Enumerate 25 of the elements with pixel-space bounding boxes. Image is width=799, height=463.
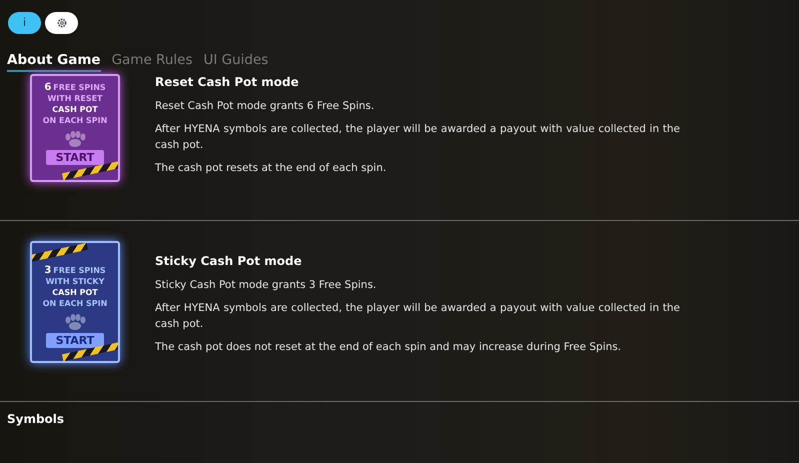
section-paragraph: After HYENA symbols are collected, the player will be awarded a payout with value collected in the cash pot. [155,301,680,332]
section-paragraph: Sticky Cash Pot mode grants 3 Free Spins. [155,278,378,293]
section-heading: Symbols [6,411,66,428]
paw-print-icon [64,131,86,147]
card-text: WITH RESET [47,93,103,104]
section-paragraph: The cash pot does not reset at the end of each spin and may increase during Free Spins. [155,340,622,355]
tab[interactable]: About Game [7,51,101,72]
paw-print-icon [64,314,86,330]
spin-count: 3 [44,265,52,276]
section-paragraph: Reset Cash Pot mode grants 6 Free Spins. [155,99,376,114]
card-text: WITH STICKY [46,276,104,287]
card-text: FREE SPINS [53,265,106,276]
section-paragraph: After HYENA symbols are collected, the player will be awarded a payout with value collected in the cash pot. [155,122,680,153]
section-paragraph: The cash pot resets at the end of each spin. [155,161,388,176]
card-text: FREE SPINS [53,82,106,93]
section-title: Reset Cash Pot mode [155,74,300,90]
settings-icon [56,18,66,28]
card-text: CASH POT [52,287,98,298]
section-title: Sticky Cash Pot mode [155,253,303,269]
tab[interactable]: UI Guides [203,51,268,72]
card-text: CASH POT [52,104,98,115]
card-text: ON EACH SPIN [42,298,108,309]
card-text: ON EACH SPIN [42,115,108,126]
spin-count: 6 [44,82,52,93]
tab[interactable]: Game Rules [112,51,192,72]
